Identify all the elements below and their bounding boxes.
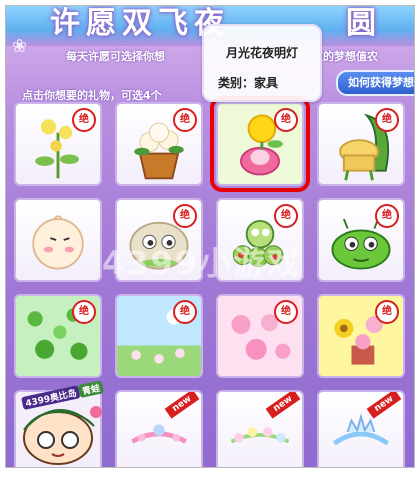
instruction-text: 点击你想要的礼物，可选4个 — [22, 89, 162, 102]
how-to-get-button[interactable]: 如何获得梦想 — [336, 70, 414, 96]
exclusive-badge: 绝 — [72, 108, 96, 132]
swirl-decoration-icon: ❀ — [12, 36, 28, 57]
exclusive-badge: 绝 — [274, 108, 298, 132]
tooltip-category: 类别：家具 — [218, 76, 279, 90]
gift-cell-caterpillar-pet[interactable]: 绝 — [216, 198, 304, 282]
gift-cell-blob-pet[interactable]: 绝 — [115, 198, 203, 282]
item-tooltip: 月光花夜明灯 类别：家具 — [202, 24, 322, 102]
gift-cell-blue-tiara[interactable]: new — [317, 390, 405, 467]
exclusive-badge: 绝 — [375, 300, 399, 324]
exclusive-badge: 绝 — [274, 204, 298, 228]
gift-cell-potted-flowers[interactable]: 绝 — [115, 102, 203, 186]
gift-cell-round-pet[interactable] — [14, 198, 102, 282]
exclusive-badge: 绝 — [173, 108, 197, 132]
gift-cell-flower-crown[interactable]: new — [216, 390, 304, 467]
exclusive-badge: 绝 — [375, 108, 399, 132]
round-pet-icon — [32, 215, 84, 270]
exclusive-badge: 绝 — [274, 300, 298, 324]
mascot-avatar[interactable]: 4399奥比岛 青蛙 — [12, 380, 116, 466]
exclusive-badge: 绝 — [173, 204, 197, 228]
tooltip-item-name: 月光花夜明灯 — [225, 46, 298, 60]
gift-cell-pink-flower-background[interactable]: 绝 — [216, 294, 304, 378]
description-text-start: 每天许愿可选择你想 — [66, 50, 165, 63]
banner-title-right: 圆梦 — [346, 6, 382, 41]
gift-cell-pink-tiara[interactable]: new — [115, 390, 203, 467]
exclusive-badge: 绝 — [375, 204, 399, 228]
gift-cell-sunflower-background[interactable]: 绝 — [317, 294, 405, 378]
gift-cell-leaf-chair[interactable]: 绝 — [317, 102, 405, 186]
gift-cell-moonflower-lamp[interactable]: 绝 — [210, 96, 310, 192]
exclusive-badge: 绝 — [173, 300, 197, 324]
gift-cell-clover-background[interactable]: 绝 — [14, 294, 102, 378]
game-panel: 许愿双飞夜 圆梦 ❀ 每天许愿可选择你想愿望对应的梦想值农 点击你想要的礼物，可… — [5, 5, 415, 468]
exclusive-badge: 绝 — [72, 300, 96, 324]
gift-cell-flower-meadow-background[interactable]: 绝 — [115, 294, 203, 378]
gift-cell-green-bug-pet[interactable]: 绝 — [317, 198, 405, 282]
gift-cell-flower-plant[interactable]: 绝 — [14, 102, 102, 186]
